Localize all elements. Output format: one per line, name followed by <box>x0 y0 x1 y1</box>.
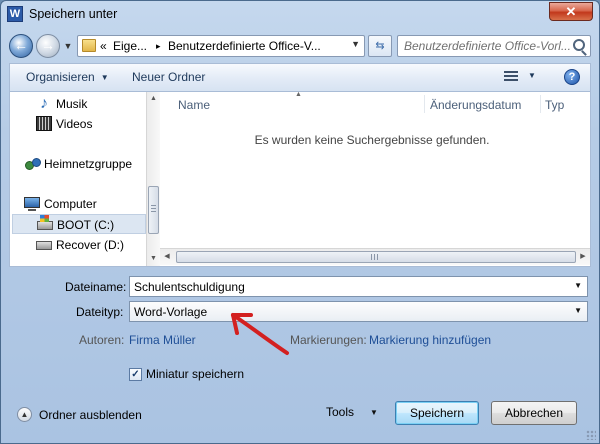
save-thumbnail-checkbox[interactable]: ✓ <box>129 368 142 381</box>
search-placeholder: Benutzerdefinierte Office-Vorl... <box>404 39 571 53</box>
computer-icon <box>24 197 40 211</box>
filetype-label: Dateityp: <box>76 305 124 319</box>
navigation-row: ← → ▼ « Eige... ▸ Benutzerdefinierte Off… <box>1 31 599 61</box>
save-as-dialog: W Speichern unter ✕ ← → ▼ « Eige... ▸ Be… <box>0 0 600 444</box>
refresh-button[interactable]: ⇆ <box>368 35 392 57</box>
column-header-type[interactable]: Typ <box>545 98 564 112</box>
scroll-up-icon[interactable]: ▲ <box>147 92 160 106</box>
scroll-thumb[interactable] <box>148 186 159 234</box>
address-bar[interactable]: « Eige... ▸ Benutzerdefinierte Office-V.… <box>77 35 365 57</box>
save-thumbnail-label[interactable]: Miniatur speichern <box>146 367 244 381</box>
nav-item-label: BOOT (C:) <box>57 218 115 232</box>
cancel-button[interactable]: Abbrechen <box>491 401 577 425</box>
arrow-right-icon: → <box>41 37 55 53</box>
filename-label: Dateiname: <box>65 280 127 294</box>
breadcrumb-separator[interactable]: ▸ <box>156 41 161 52</box>
music-icon: ♪ <box>40 95 48 112</box>
organize-label: Organisieren <box>26 70 95 84</box>
filename-value: Schulentschuldigung <box>134 280 245 294</box>
chevron-down-icon[interactable]: ▼ <box>370 408 378 417</box>
title-bar: W Speichern unter ✕ <box>1 1 599 29</box>
nav-item-label: Musik <box>56 97 88 111</box>
scroll-thumb[interactable] <box>176 251 576 263</box>
nav-item-boot-drive[interactable]: BOOT (C:) <box>12 214 146 234</box>
column-header-modified[interactable]: Änderungsdatum <box>430 98 521 112</box>
nav-item-label: Computer <box>44 197 97 211</box>
video-icon <box>36 116 52 131</box>
save-button[interactable]: Speichern <box>395 401 479 425</box>
annotation-arrow <box>231 313 289 355</box>
tools-button[interactable]: Tools <box>326 405 354 419</box>
new-folder-button[interactable]: Neuer Ordner <box>132 70 205 84</box>
scroll-left-icon[interactable]: ◀ <box>160 249 174 265</box>
filetype-select[interactable]: Word-Vorlage ▼ <box>129 301 588 322</box>
navigation-pane: ♪ Musik Videos Heimnetzgruppe Computer B… <box>10 92 158 266</box>
arrow-left-icon: ← <box>14 37 28 53</box>
filename-field[interactable]: Schulentschuldigung ▼ <box>129 276 588 297</box>
scroll-down-icon[interactable]: ▼ <box>147 252 160 266</box>
column-divider[interactable] <box>540 95 541 113</box>
breadcrumb-segment-eigene[interactable]: Eige... <box>113 39 147 53</box>
authors-label: Autoren: <box>79 333 125 347</box>
nav-item-label: Heimnetzgruppe <box>44 157 133 171</box>
drive-icon <box>36 241 52 250</box>
forward-button[interactable]: → <box>36 34 60 58</box>
recent-locations-dropdown[interactable]: ▼ <box>62 39 74 53</box>
nav-item-label: Recover (D:) <box>56 238 125 252</box>
chevron-down-icon[interactable]: ▼ <box>528 71 536 80</box>
word-app-icon: W <box>7 6 23 22</box>
organize-button[interactable]: Organisieren ▼ <box>26 70 109 84</box>
search-input[interactable]: Benutzerdefinierte Office-Vorl... <box>397 35 591 57</box>
chevron-down-icon[interactable]: ▼ <box>351 39 360 49</box>
resize-grip[interactable] <box>586 430 596 440</box>
empty-results-message: Es wurden keine Suchergebnisse gefunden. <box>254 133 490 147</box>
filetype-value: Word-Vorlage <box>134 305 208 319</box>
window-title: Speichern unter <box>29 7 118 21</box>
chevron-down-icon[interactable]: ▼ <box>574 306 582 315</box>
chevron-down-icon: ▼ <box>100 73 109 82</box>
tags-label: Markierungen: <box>290 333 367 347</box>
help-icon[interactable]: ? <box>564 69 580 85</box>
file-list: ▲ Name Änderungsdatum Typ Es wurden kein… <box>160 91 590 266</box>
sort-caret-icon: ▲ <box>295 91 302 98</box>
breadcrumb-segment-templates[interactable]: Benutzerdefinierte Office-V... <box>168 39 321 53</box>
back-button[interactable]: ← <box>9 34 33 58</box>
chevron-down-icon[interactable]: ▼ <box>574 281 582 290</box>
navigation-scrollbar[interactable]: ▲ ▼ <box>146 92 160 266</box>
nav-item-computer[interactable]: Computer <box>24 194 160 214</box>
collapse-up-icon[interactable]: ▲ <box>17 407 32 422</box>
view-options-icon[interactable] <box>504 71 518 83</box>
nav-item-label: Videos <box>56 117 93 131</box>
system-drive-icon <box>37 215 53 230</box>
browser-panes: ♪ Musik Videos Heimnetzgruppe Computer B… <box>9 91 591 267</box>
file-list-scrollbar[interactable]: ◀ ▶ <box>160 248 590 265</box>
nav-item-homegroup[interactable]: Heimnetzgruppe <box>24 154 160 174</box>
scroll-right-icon[interactable]: ▶ <box>576 249 590 265</box>
address-overflow-chevron[interactable]: « <box>100 39 107 53</box>
authors-link[interactable]: Firma Müller <box>129 333 196 347</box>
hide-folders-button[interactable]: Ordner ausblenden <box>39 408 142 422</box>
column-divider[interactable] <box>424 95 425 113</box>
homegroup-icon <box>24 156 41 171</box>
tags-link[interactable]: Markierung hinzufügen <box>369 333 491 347</box>
command-toolbar: Organisieren ▼ Neuer Ordner ▼ ? <box>9 63 591 91</box>
refresh-icon: ⇆ <box>375 40 385 52</box>
search-icon <box>573 39 585 51</box>
close-button[interactable]: ✕ <box>549 2 593 21</box>
column-header-name[interactable]: Name <box>178 98 210 112</box>
folder-icon <box>82 39 96 52</box>
